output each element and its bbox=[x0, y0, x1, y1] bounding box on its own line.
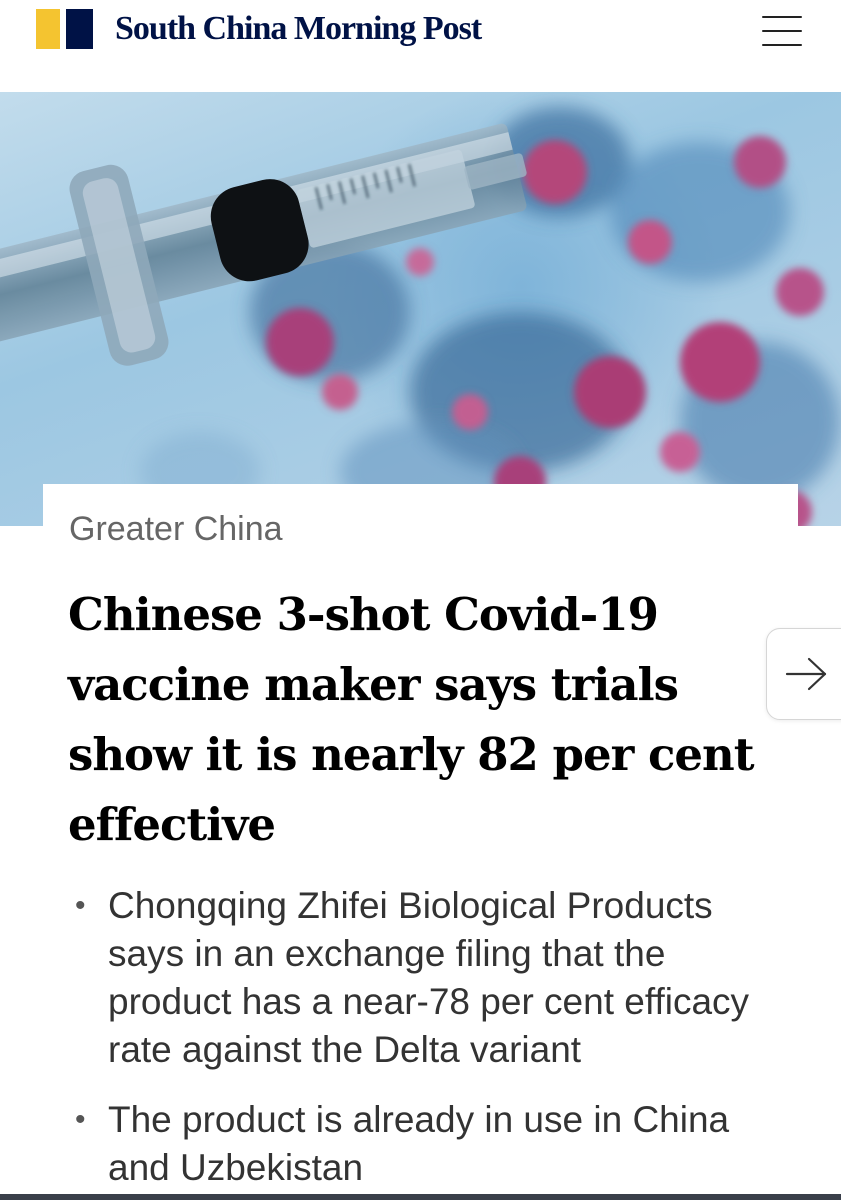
site-header: South China Morning Post bbox=[0, 0, 841, 92]
article-headline[interactable]: Chinese 3-shot Covid-19 vaccine maker sa… bbox=[68, 580, 793, 860]
brand-name: South China Morning Post bbox=[115, 10, 482, 47]
logo-mark-icon bbox=[36, 9, 93, 49]
article-card: Greater China Chinese 3-shot Covid-19 va… bbox=[43, 484, 798, 1200]
section-link[interactable]: Greater China bbox=[69, 510, 283, 549]
summary-bullet: • The product is already in use in China… bbox=[43, 1096, 798, 1192]
bullet-dot-icon: • bbox=[75, 1103, 86, 1136]
bottom-edge-bar bbox=[0, 1194, 841, 1200]
summary-list: • Chongqing Zhifei Biological Products s… bbox=[43, 882, 798, 1200]
bullet-dot-icon: • bbox=[75, 889, 86, 922]
summary-bullet: • Chongqing Zhifei Biological Products s… bbox=[43, 882, 798, 1074]
summary-bullet-text: Chongqing Zhifei Biological Products say… bbox=[108, 885, 750, 1070]
syringe-virus-illustration bbox=[0, 107, 840, 526]
logo-bar-navy bbox=[66, 9, 93, 49]
logo-bar-yellow bbox=[36, 9, 60, 49]
arrow-right-icon bbox=[785, 657, 827, 691]
hamburger-menu-icon[interactable] bbox=[762, 16, 802, 46]
hero-image bbox=[0, 92, 841, 526]
next-article-button[interactable] bbox=[766, 628, 841, 720]
summary-bullet-text: The product is already in use in China a… bbox=[108, 1099, 730, 1188]
brand-logo[interactable]: South China Morning Post bbox=[36, 9, 482, 49]
